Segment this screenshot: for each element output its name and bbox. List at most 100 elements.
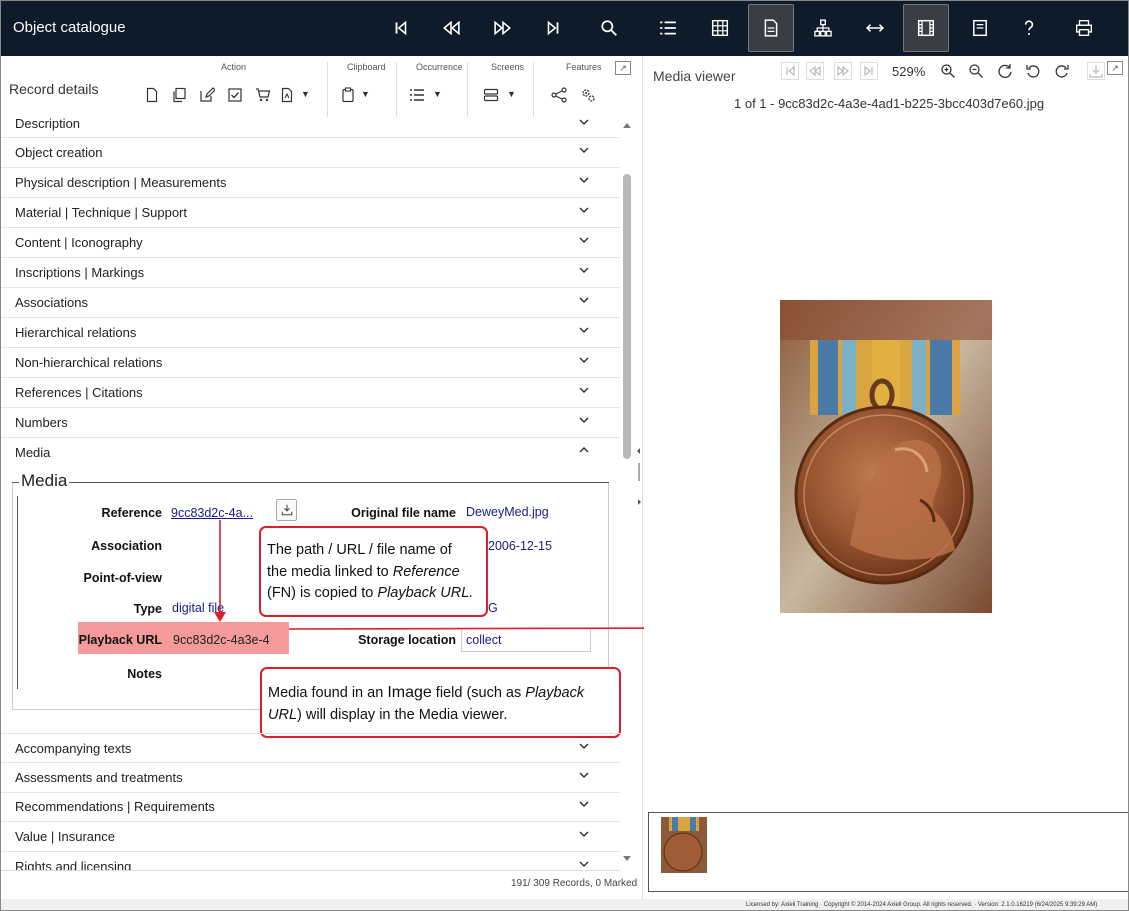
- occurrence-button[interactable]: [408, 86, 426, 104]
- edit-icon: [200, 87, 215, 102]
- zoom-in-button[interactable]: [939, 62, 957, 80]
- type-value: digital file: [172, 601, 225, 615]
- share-icon: [551, 87, 567, 103]
- viewer-previous-button[interactable]: [806, 62, 824, 80]
- reference-label: Reference: [101, 506, 162, 520]
- new-record-button[interactable]: [143, 86, 161, 104]
- next-record-button[interactable]: [480, 4, 526, 52]
- share-button[interactable]: [550, 86, 568, 104]
- section-value-insurance[interactable]: Value | Insurance: [0, 822, 620, 852]
- section-media[interactable]: Media: [0, 438, 620, 468]
- edit-record-button[interactable]: [198, 86, 216, 104]
- popout-panel-button[interactable]: ↗: [615, 61, 631, 75]
- chevron-down-icon: [579, 772, 589, 779]
- scroll-thumb[interactable]: [623, 174, 631, 459]
- notebook-button[interactable]: [957, 4, 1003, 52]
- media-occurrence-line: [17, 496, 18, 689]
- section-inscriptions[interactable]: Inscriptions | Markings: [0, 258, 620, 288]
- section-recommendations[interactable]: Recommendations | Requirements: [0, 792, 620, 822]
- chevron-down-icon: [579, 237, 589, 244]
- list-view-button[interactable]: [645, 4, 691, 52]
- media-viewer-toggle-button[interactable]: [903, 4, 949, 52]
- section-content-iconography[interactable]: Content | Iconography: [0, 228, 620, 258]
- section-assessments[interactable]: Assessments and treatments: [0, 763, 620, 793]
- viewer-last-button[interactable]: [860, 62, 878, 80]
- occurrence-caret[interactable]: ▼: [433, 89, 442, 99]
- download-button[interactable]: [276, 499, 297, 521]
- thumbnail-item[interactable]: [661, 817, 707, 873]
- clipboard-caret[interactable]: ▼: [361, 89, 370, 99]
- section-associations[interactable]: Associations: [0, 288, 620, 318]
- viewer-next-button[interactable]: [834, 62, 852, 80]
- rotate-right-icon: [1055, 65, 1069, 78]
- callout-text-italic: Reference: [392, 563, 460, 580]
- rotate-left-button[interactable]: [1024, 62, 1042, 80]
- basket-button[interactable]: [254, 86, 272, 104]
- mark-record-button[interactable]: [226, 86, 244, 104]
- rotate-right-button[interactable]: [1053, 62, 1071, 80]
- viewer-download-button[interactable]: [1087, 62, 1105, 80]
- search-button[interactable]: [586, 4, 632, 52]
- section-label: Rights and licensing: [15, 859, 132, 870]
- copy-record-button[interactable]: [170, 86, 188, 104]
- last-record-button[interactable]: [530, 4, 576, 52]
- chevron-down-icon: [579, 147, 589, 154]
- section-label: Assessments and treatments: [15, 770, 183, 785]
- section-accompanying-texts[interactable]: Accompanying texts: [0, 733, 620, 763]
- clipboard-button[interactable]: [339, 86, 357, 104]
- viewer-first-button[interactable]: [781, 62, 799, 80]
- callout-text: (FN) is copied to: [267, 585, 378, 601]
- section-references-citations[interactable]: References | Citations: [0, 378, 620, 408]
- section-numbers[interactable]: Numbers: [0, 408, 620, 438]
- scroll-up-icon: [623, 123, 631, 128]
- panel-splitter[interactable]: [636, 448, 642, 508]
- section-physical-description[interactable]: Physical description | Measurements: [0, 168, 620, 198]
- section-material-technique[interactable]: Material | Technique | Support: [0, 198, 620, 228]
- callout-text: Media found in an: [268, 685, 388, 701]
- record-details-view-button[interactable]: [748, 4, 794, 52]
- record-details-title: Record details: [9, 81, 99, 97]
- zoom-out-button[interactable]: [967, 62, 985, 80]
- settings-button[interactable]: [579, 86, 597, 104]
- reference-link[interactable]: 9cc83d2c-4a...: [171, 506, 253, 520]
- fit-button[interactable]: [996, 62, 1014, 80]
- media-image[interactable]: [780, 300, 992, 613]
- popout-icon: ↗: [619, 62, 627, 73]
- section-hierarchical-relations[interactable]: Hierarchical relations: [0, 318, 620, 348]
- original-file-name-value: DeweyMed.jpg: [466, 505, 549, 519]
- previous-record-button[interactable]: [428, 4, 474, 52]
- chevron-down-icon: [579, 327, 589, 334]
- zoom-level: 529%: [892, 64, 926, 79]
- grid-view-button[interactable]: [697, 4, 743, 52]
- viewer-popout-button[interactable]: ↗: [1107, 61, 1123, 75]
- section-description[interactable]: Description: [0, 112, 620, 138]
- rewind-icon: [809, 65, 821, 77]
- cart-icon: [256, 88, 271, 102]
- action-more-caret[interactable]: ▼: [301, 89, 310, 99]
- playback-url-value[interactable]: 9cc83d2c-4a3e-4: [173, 633, 270, 647]
- gears-icon: [582, 89, 595, 102]
- first-record-button[interactable]: [378, 4, 424, 52]
- hierarchy-icon: [814, 19, 832, 37]
- section-rights-licensing[interactable]: Rights and licensing: [0, 852, 620, 870]
- help-button[interactable]: [1006, 4, 1052, 52]
- list-bottom-border: [0, 870, 620, 871]
- chevron-down-icon: [579, 743, 589, 750]
- download-icon: [1089, 65, 1103, 78]
- media-viewer-title: Media viewer: [653, 68, 736, 84]
- media-legend-line: [12, 482, 609, 483]
- screens-button[interactable]: [482, 86, 500, 104]
- section-object-creation[interactable]: Object creation: [0, 138, 620, 168]
- hierarchy-view-button[interactable]: [800, 4, 846, 52]
- grid-icon: [711, 19, 729, 37]
- section-label: Non-hierarchical relations: [15, 355, 163, 370]
- media-viewer-panel: Media viewer 529% ↗ 1 of 1 - 9cc83d2c-4a…: [644, 56, 1129, 899]
- print-button[interactable]: [1061, 4, 1107, 52]
- callout-text-italic: URL: [268, 706, 298, 723]
- report-button[interactable]: [278, 86, 296, 104]
- section-label: Recommendations | Requirements: [15, 799, 215, 814]
- screens-caret[interactable]: ▼: [507, 89, 516, 99]
- expand-width-button[interactable]: [852, 4, 898, 52]
- section-label: Associations: [15, 295, 88, 310]
- section-non-hierarchical-relations[interactable]: Non-hierarchical relations: [0, 348, 620, 378]
